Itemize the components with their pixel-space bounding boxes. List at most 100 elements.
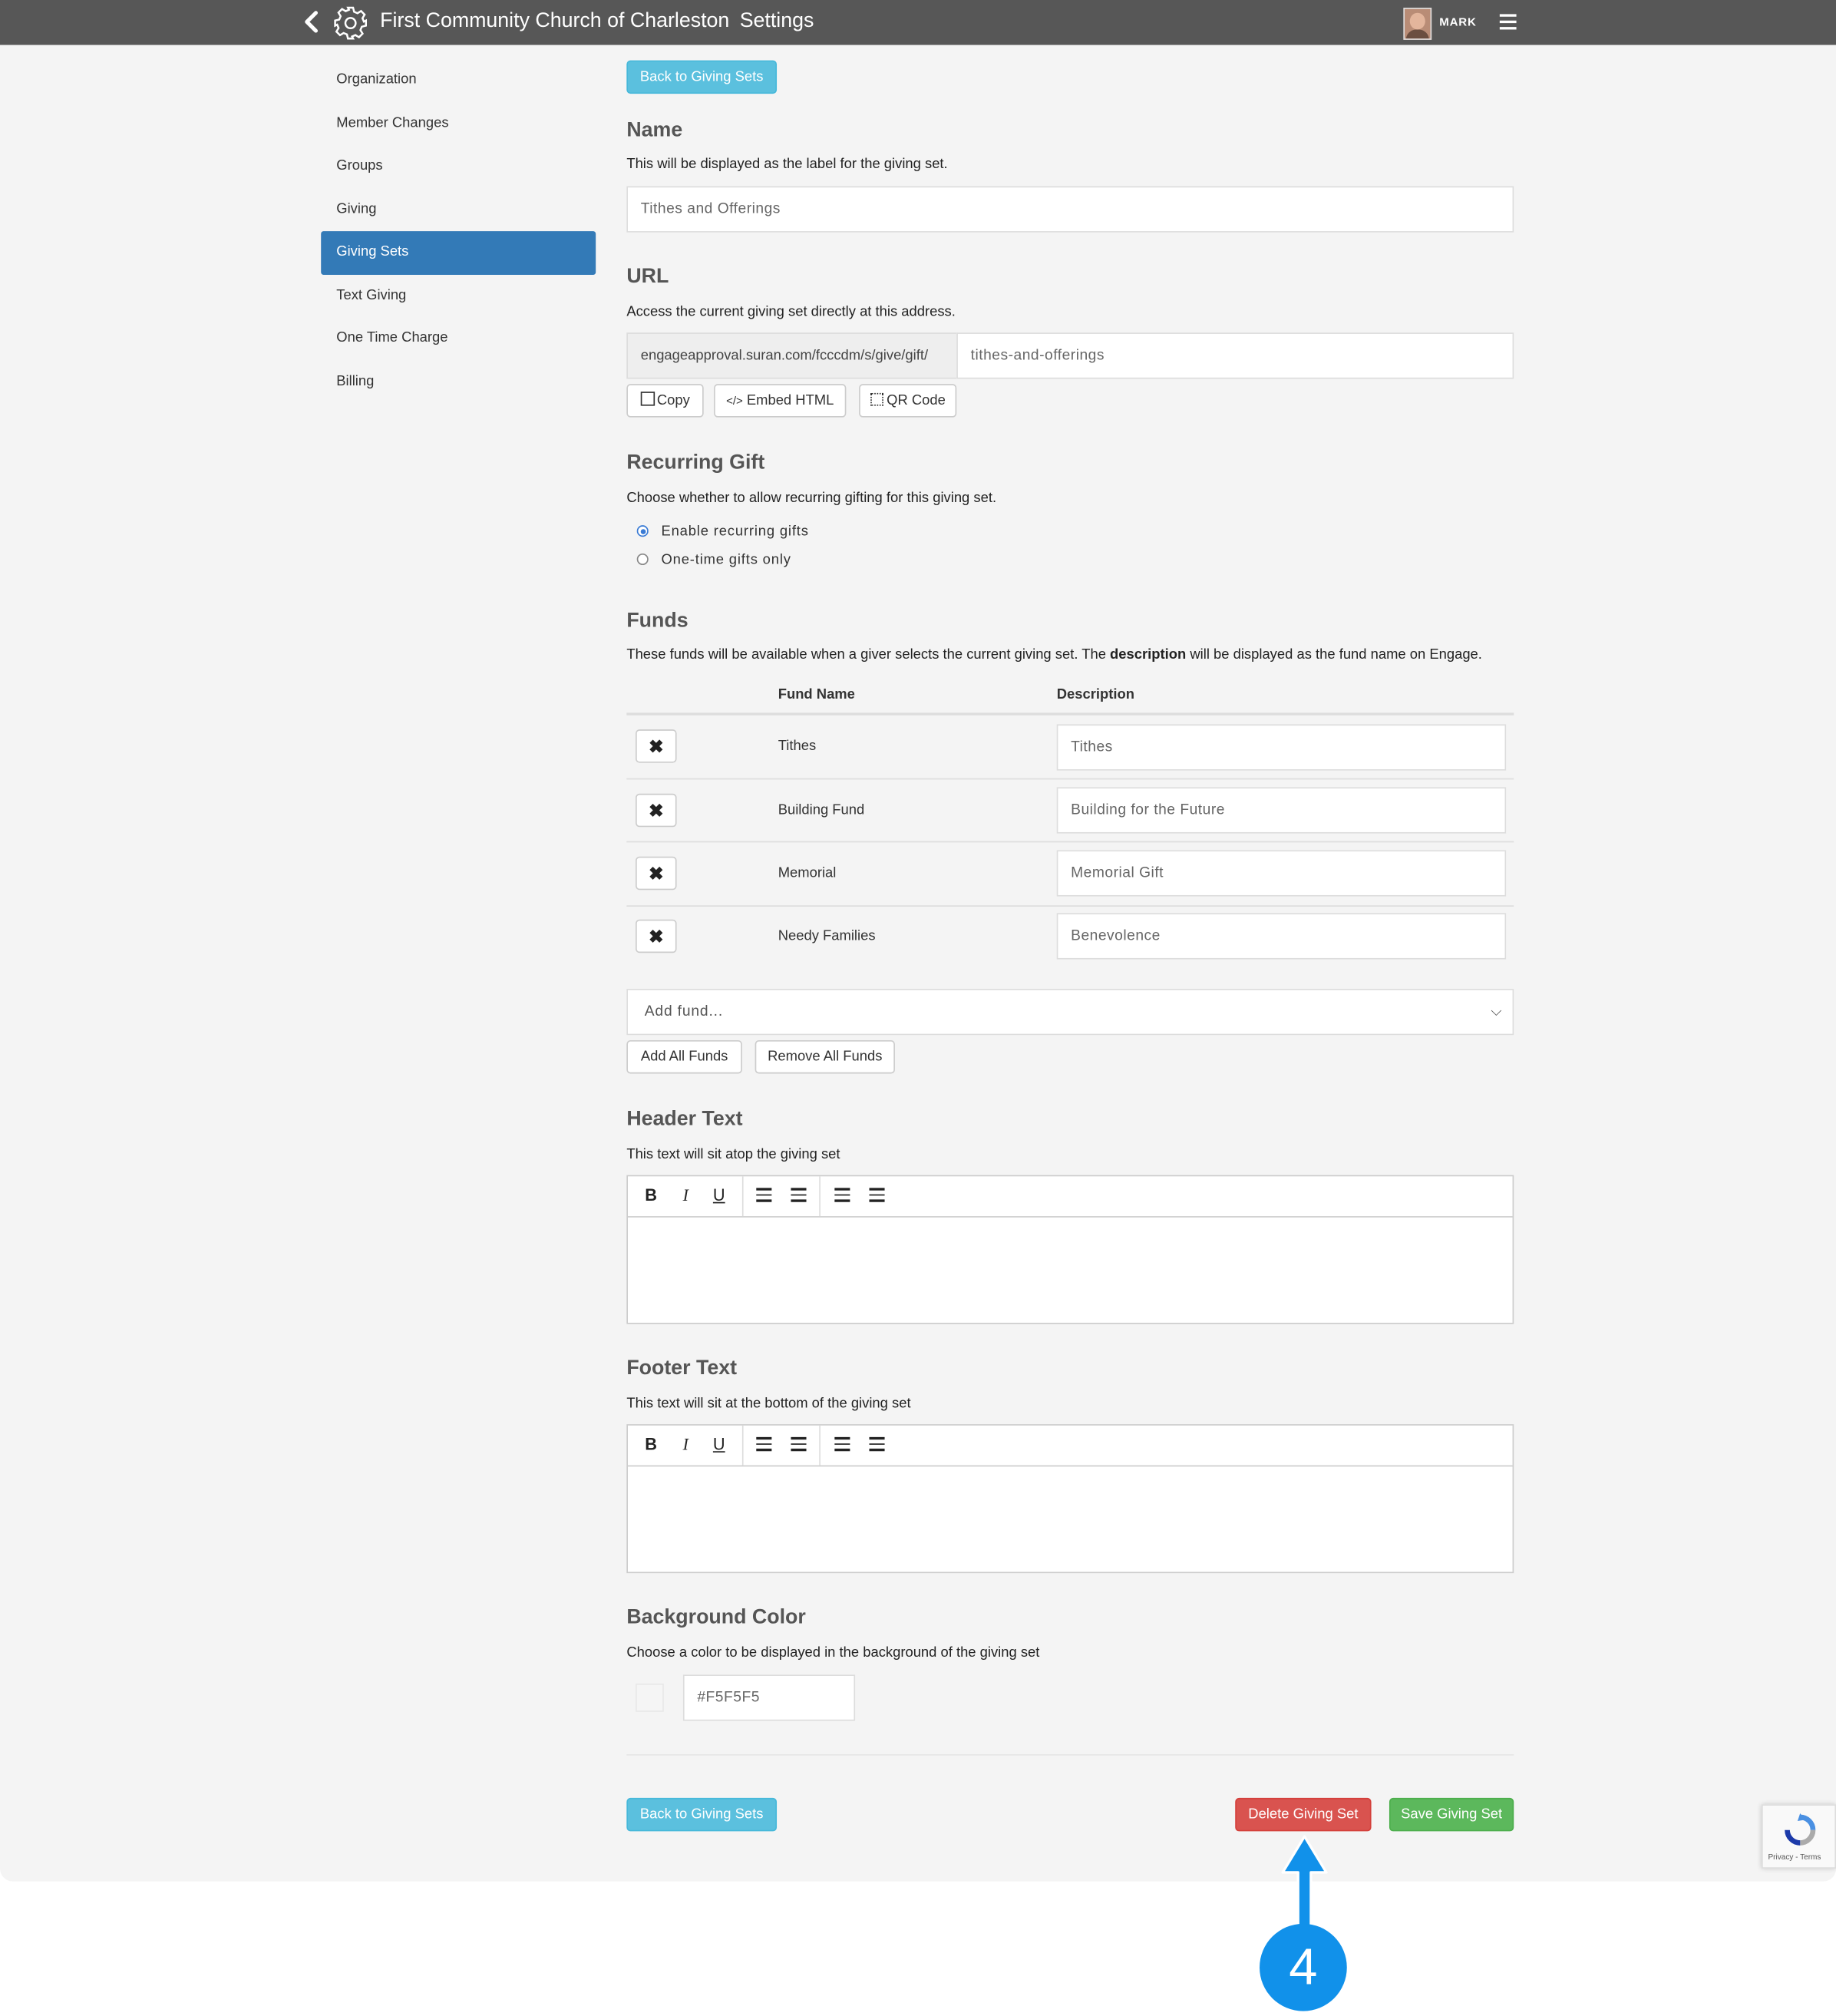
url-heading: URL bbox=[626, 266, 669, 288]
underline-button[interactable]: U bbox=[708, 1184, 731, 1207]
fund-description-input[interactable]: Memorial Gift bbox=[1056, 850, 1507, 897]
name-input[interactable]: Tithes and Offerings bbox=[626, 186, 1514, 233]
fund-name: Tithes bbox=[778, 738, 817, 754]
section-name: Settings bbox=[739, 10, 814, 32]
fund-name: Needy Families bbox=[778, 928, 876, 944]
add-all-funds-button[interactable]: Add All Funds bbox=[626, 1039, 742, 1074]
sidebar-item-giving-sets[interactable]: Giving Sets bbox=[321, 231, 596, 275]
user-name[interactable]: MARK bbox=[1439, 15, 1477, 28]
settings-sidebar: Organization Member Changes Groups Givin… bbox=[321, 59, 596, 403]
copy-icon bbox=[640, 392, 655, 406]
add-fund-select[interactable]: Add fund... ⌵ bbox=[626, 989, 1514, 1036]
underline-button[interactable]: U bbox=[708, 1433, 731, 1456]
remove-all-funds-button[interactable]: Remove All Funds bbox=[755, 1039, 895, 1074]
fund-description-input[interactable]: Benevolence bbox=[1056, 913, 1507, 960]
recurring-help: Choose whether to allow recurring giftin… bbox=[626, 491, 997, 507]
indent-icon[interactable] bbox=[756, 1436, 772, 1451]
outdent-icon[interactable] bbox=[791, 1436, 807, 1451]
indent-icon[interactable] bbox=[756, 1188, 772, 1201]
back-to-giving-sets-button-bottom[interactable]: Back to Giving Sets bbox=[626, 1797, 778, 1832]
fund-name: Memorial bbox=[778, 865, 837, 881]
top-bar: First Community Church of Charleston Sett… bbox=[0, 0, 1836, 45]
radio-enable-recurring[interactable]: Enable recurring gifts bbox=[636, 524, 809, 540]
step-number-badge: 4 bbox=[1260, 1923, 1347, 2011]
background-color-help: Choose a color to be displayed in the ba… bbox=[626, 1644, 1040, 1661]
remove-fund-button[interactable]: ✖ bbox=[636, 729, 677, 763]
avatar[interactable] bbox=[1403, 8, 1432, 40]
recaptcha-icon bbox=[1785, 1813, 1816, 1846]
radio-label: One-time gifts only bbox=[661, 552, 791, 568]
menu-icon[interactable] bbox=[1499, 14, 1517, 30]
recaptcha-badge[interactable]: Privacy - Terms bbox=[1762, 1804, 1836, 1869]
numbered-list-icon[interactable] bbox=[869, 1436, 885, 1451]
url-help: Access the current giving set directly a… bbox=[626, 304, 956, 320]
name-help: This will be displayed as the label for … bbox=[626, 157, 948, 173]
outdent-icon[interactable] bbox=[791, 1188, 807, 1201]
recaptcha-text[interactable]: Privacy - Terms bbox=[1768, 1855, 1821, 1862]
back-to-giving-sets-button[interactable]: Back to Giving Sets bbox=[626, 60, 778, 94]
sidebar-item-groups[interactable]: Groups bbox=[321, 145, 596, 188]
qr-code-button[interactable]: QR Code bbox=[859, 384, 957, 418]
remove-fund-button[interactable]: ✖ bbox=[636, 856, 677, 891]
row-divider bbox=[626, 778, 1514, 780]
background-color-heading: Background Color bbox=[626, 1606, 806, 1629]
color-swatch[interactable] bbox=[636, 1684, 664, 1712]
column-fund-name: Fund Name bbox=[778, 686, 855, 703]
radio-label: Enable recurring gifts bbox=[661, 524, 809, 540]
radio-unchecked-icon[interactable] bbox=[636, 553, 649, 566]
fund-description-input[interactable]: Building for the Future bbox=[1056, 787, 1507, 834]
italic-button[interactable]: I bbox=[674, 1184, 697, 1207]
url-slug-input[interactable]: tithes-and-offerings bbox=[956, 332, 1514, 379]
chevron-down-icon: ⌵ bbox=[1491, 1004, 1503, 1020]
column-description: Description bbox=[1056, 686, 1134, 703]
radio-checked-icon[interactable] bbox=[636, 525, 649, 537]
editor-body[interactable] bbox=[628, 1466, 1513, 1571]
bold-button[interactable]: B bbox=[639, 1433, 662, 1456]
chevron-left-icon[interactable] bbox=[300, 9, 323, 35]
header-text-help: This text will sit atop the giving set bbox=[626, 1146, 840, 1162]
row-divider bbox=[626, 841, 1514, 843]
sidebar-item-organization[interactable]: Organization bbox=[321, 59, 596, 102]
add-fund-placeholder: Add fund... bbox=[644, 1004, 723, 1020]
copy-label: Copy bbox=[656, 392, 690, 408]
org-name: First Community Church of Charleston bbox=[380, 10, 730, 32]
embed-label: Embed HTML bbox=[746, 392, 834, 408]
table-header-divider bbox=[626, 712, 1514, 716]
numbered-list-icon[interactable] bbox=[869, 1188, 885, 1201]
funds-help: These funds will be available when a giv… bbox=[626, 647, 1482, 663]
qr-label: QR Code bbox=[887, 392, 946, 408]
editor-toolbar: B I U bbox=[627, 1176, 1513, 1218]
delete-giving-set-button[interactable]: Delete Giving Set bbox=[1235, 1797, 1372, 1832]
sidebar-item-billing[interactable]: Billing bbox=[321, 360, 596, 403]
bullet-list-icon[interactable] bbox=[834, 1188, 850, 1201]
fund-name: Building Fund bbox=[778, 802, 865, 818]
code-icon: </> bbox=[726, 394, 743, 408]
recurring-heading: Recurring Gift bbox=[626, 451, 765, 474]
bullet-list-icon[interactable] bbox=[834, 1436, 850, 1451]
header-text-editor[interactable]: B I U bbox=[626, 1175, 1514, 1324]
italic-button[interactable]: I bbox=[674, 1433, 697, 1456]
background-color-input[interactable]: #F5F5F5 bbox=[682, 1674, 856, 1721]
sidebar-item-text-giving[interactable]: Text Giving bbox=[321, 274, 596, 317]
remove-fund-button[interactable]: ✖ bbox=[636, 919, 677, 953]
callout-arrow-icon bbox=[1281, 1835, 1328, 1935]
fund-description-input[interactable]: Tithes bbox=[1056, 724, 1507, 771]
editor-body[interactable] bbox=[628, 1218, 1513, 1323]
row-divider bbox=[626, 905, 1514, 907]
form-divider bbox=[626, 1754, 1514, 1756]
sidebar-item-member-changes[interactable]: Member Changes bbox=[321, 102, 596, 145]
remove-fund-button[interactable]: ✖ bbox=[636, 793, 677, 828]
copy-button[interactable]: Copy bbox=[626, 384, 704, 418]
embed-html-button[interactable]: </> Embed HTML bbox=[714, 384, 847, 418]
radio-one-time-only[interactable]: One-time gifts only bbox=[636, 552, 791, 568]
sidebar-item-giving[interactable]: Giving bbox=[321, 188, 596, 231]
header-text-heading: Header Text bbox=[626, 1108, 743, 1131]
footer-text-editor[interactable]: B I U bbox=[626, 1424, 1514, 1574]
qr-icon bbox=[870, 392, 883, 406]
sidebar-item-one-time-charge[interactable]: One Time Charge bbox=[321, 317, 596, 360]
bold-button[interactable]: B bbox=[639, 1184, 662, 1207]
url-prefix: engageapproval.suran.com/fcccdm/s/give/g… bbox=[626, 332, 958, 379]
funds-heading: Funds bbox=[626, 610, 688, 633]
save-giving-set-button[interactable]: Save Giving Set bbox=[1389, 1797, 1514, 1832]
page-title: First Community Church of Charleston Sett… bbox=[380, 10, 814, 33]
